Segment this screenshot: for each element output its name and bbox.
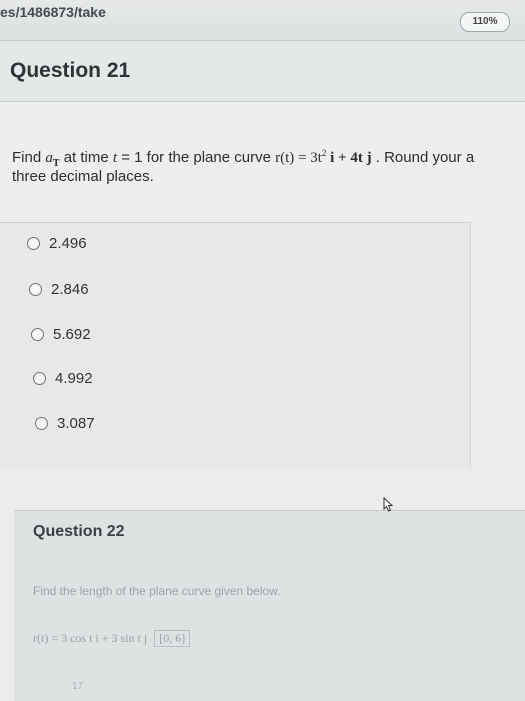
curve-formula: r(t) = 3 cos t i + 3 sin t j: [33, 631, 148, 645]
answer-option-4[interactable]: 4.992: [33, 366, 93, 390]
radio-button[interactable]: [27, 236, 40, 250]
answer-option-5[interactable]: 3.087: [35, 411, 95, 435]
answer-option-1[interactable]: 2.496: [27, 231, 87, 255]
question-21-title: Question 21: [10, 59, 131, 82]
question-21-prompt-line2: three decimal places.: [12, 168, 154, 185]
prompt-mid: at time: [63, 149, 113, 166]
prompt-t: t: [112, 150, 118, 166]
radio-button[interactable]: [29, 282, 42, 296]
question-22-formula: r(t) = 3 cos t i + 3 sin t j [0, 6]: [33, 630, 191, 647]
browser-bar: es/1486873/take 110%: [0, 0, 525, 41]
url-text[interactable]: es/1486873/take: [0, 4, 106, 20]
prompt-symbol: aT: [45, 150, 60, 169]
question-22-prompt: Find the length of the plane curve given…: [33, 584, 281, 598]
question-21-header: Question 21: [0, 41, 525, 102]
mouse-cursor-icon: [381, 496, 395, 518]
page-number: 17: [72, 681, 84, 692]
radio-button[interactable]: [35, 416, 48, 430]
prompt-curve: r(t) = 3t2 i + 4t j: [275, 148, 372, 166]
answer-option-2[interactable]: 2.846: [29, 277, 89, 301]
radio-button[interactable]: [33, 371, 46, 385]
prompt-tail: . Round your a: [375, 149, 475, 166]
answer-option-label: 2.496: [49, 234, 87, 252]
answer-option-3[interactable]: 5.692: [31, 322, 91, 346]
answer-option-label: 4.992: [55, 369, 93, 387]
answer-option-label: 5.692: [53, 325, 91, 343]
prompt-eq: = 1 for the plane curve: [121, 149, 276, 166]
answer-option-label: 3.087: [57, 414, 95, 432]
question-22-title: Question 22: [33, 523, 125, 540]
interval-box: [0, 6]: [154, 630, 191, 647]
radio-button[interactable]: [31, 327, 44, 341]
answer-option-label: 2.846: [51, 280, 89, 298]
prompt-find: Find: [12, 149, 42, 166]
zoom-indicator[interactable]: 110%: [460, 12, 510, 32]
